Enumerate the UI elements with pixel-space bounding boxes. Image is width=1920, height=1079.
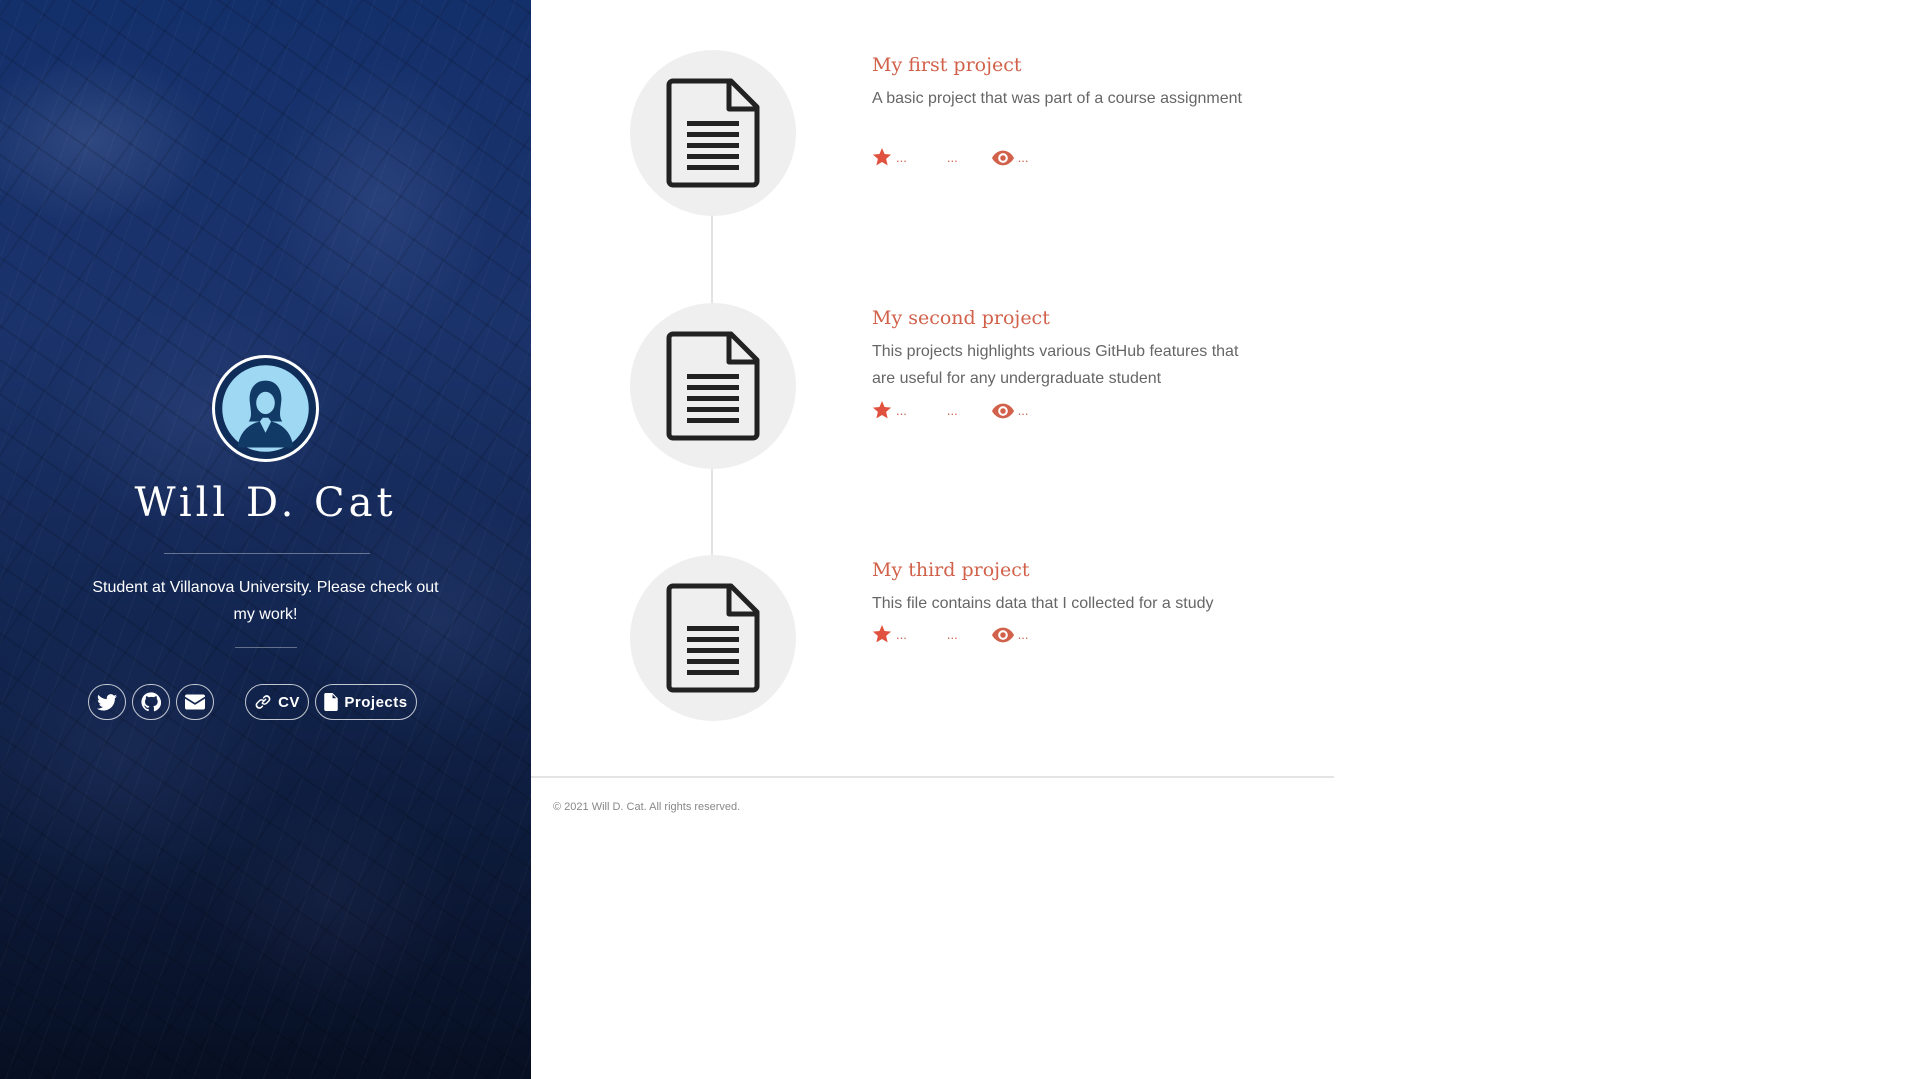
document-icon	[666, 331, 760, 441]
link-icon	[255, 695, 271, 709]
project-item: My first project A basic project that wa…	[531, 50, 1334, 220]
project-description: A basic project that was part of a cours…	[872, 90, 1242, 107]
watchers: ...	[991, 627, 1029, 643]
project-icon-circle	[630, 303, 796, 469]
star-icon	[872, 148, 892, 166]
project-description: This file contains data that I collected…	[872, 595, 1214, 612]
fork-count: ...	[946, 150, 958, 165]
star-count: ...	[896, 150, 907, 165]
project-stats: ... ... ...	[872, 401, 1029, 420]
cv-button[interactable]: CV	[245, 684, 309, 720]
project-title-link[interactable]: My second project	[872, 307, 1050, 329]
project-item: My third project This file contains data…	[531, 555, 1334, 725]
copyright-text: © 2021 Will D. Cat. All rights reserved.	[553, 801, 741, 813]
profile-name: Will D. Cat	[134, 480, 397, 526]
sidebar-background-texture	[0, 0, 531, 1079]
person-avatar-icon	[219, 362, 312, 455]
project-title-link[interactable]: My first project	[872, 54, 1022, 76]
star-icon	[872, 401, 892, 419]
watcher-count: ...	[1017, 627, 1029, 642]
projects-button[interactable]: Projects	[315, 684, 417, 720]
star-count: ...	[896, 403, 907, 418]
project-icon-circle	[630, 555, 796, 721]
project-item: My second project This projects highligh…	[531, 303, 1334, 473]
project-title-link[interactable]: My third project	[872, 559, 1030, 581]
avatar	[212, 355, 319, 462]
profile-sidebar: Will D. Cat Student at Villanova Univers…	[0, 0, 531, 1079]
star-icon	[872, 625, 892, 643]
watchers: ...	[991, 403, 1029, 419]
project-stats: ... ... ...	[872, 148, 1029, 167]
code-file-icon	[324, 693, 339, 711]
document-icon	[666, 78, 760, 188]
project-icon-circle	[630, 50, 796, 216]
eye-icon	[991, 150, 1014, 165]
footer-divider	[531, 776, 1334, 778]
watcher-count: ...	[1017, 150, 1029, 165]
projects-timeline: My first project A basic project that wa…	[531, 0, 1334, 1079]
divider	[164, 553, 370, 554]
eye-icon	[991, 403, 1014, 418]
projects-label: Projects	[344, 693, 408, 711]
fork-count: ...	[946, 403, 958, 418]
github-icon	[141, 692, 161, 712]
email-button[interactable]	[176, 684, 214, 720]
watcher-count: ...	[1017, 403, 1029, 418]
document-icon	[666, 583, 760, 693]
project-stats: ... ... ...	[872, 625, 1029, 644]
star-count: ...	[896, 627, 907, 642]
twitter-button[interactable]	[88, 684, 126, 720]
cv-label: CV	[278, 693, 300, 711]
twitter-icon	[97, 693, 117, 710]
envelope-icon	[185, 694, 205, 710]
github-button[interactable]	[132, 684, 170, 720]
eye-icon	[991, 627, 1014, 642]
watchers: ...	[991, 150, 1029, 166]
project-description: This projects highlights various GitHub …	[872, 343, 1239, 387]
divider	[235, 647, 297, 648]
profile-bio: Student at Villanova University. Please …	[92, 579, 439, 623]
fork-count: ...	[946, 627, 958, 642]
